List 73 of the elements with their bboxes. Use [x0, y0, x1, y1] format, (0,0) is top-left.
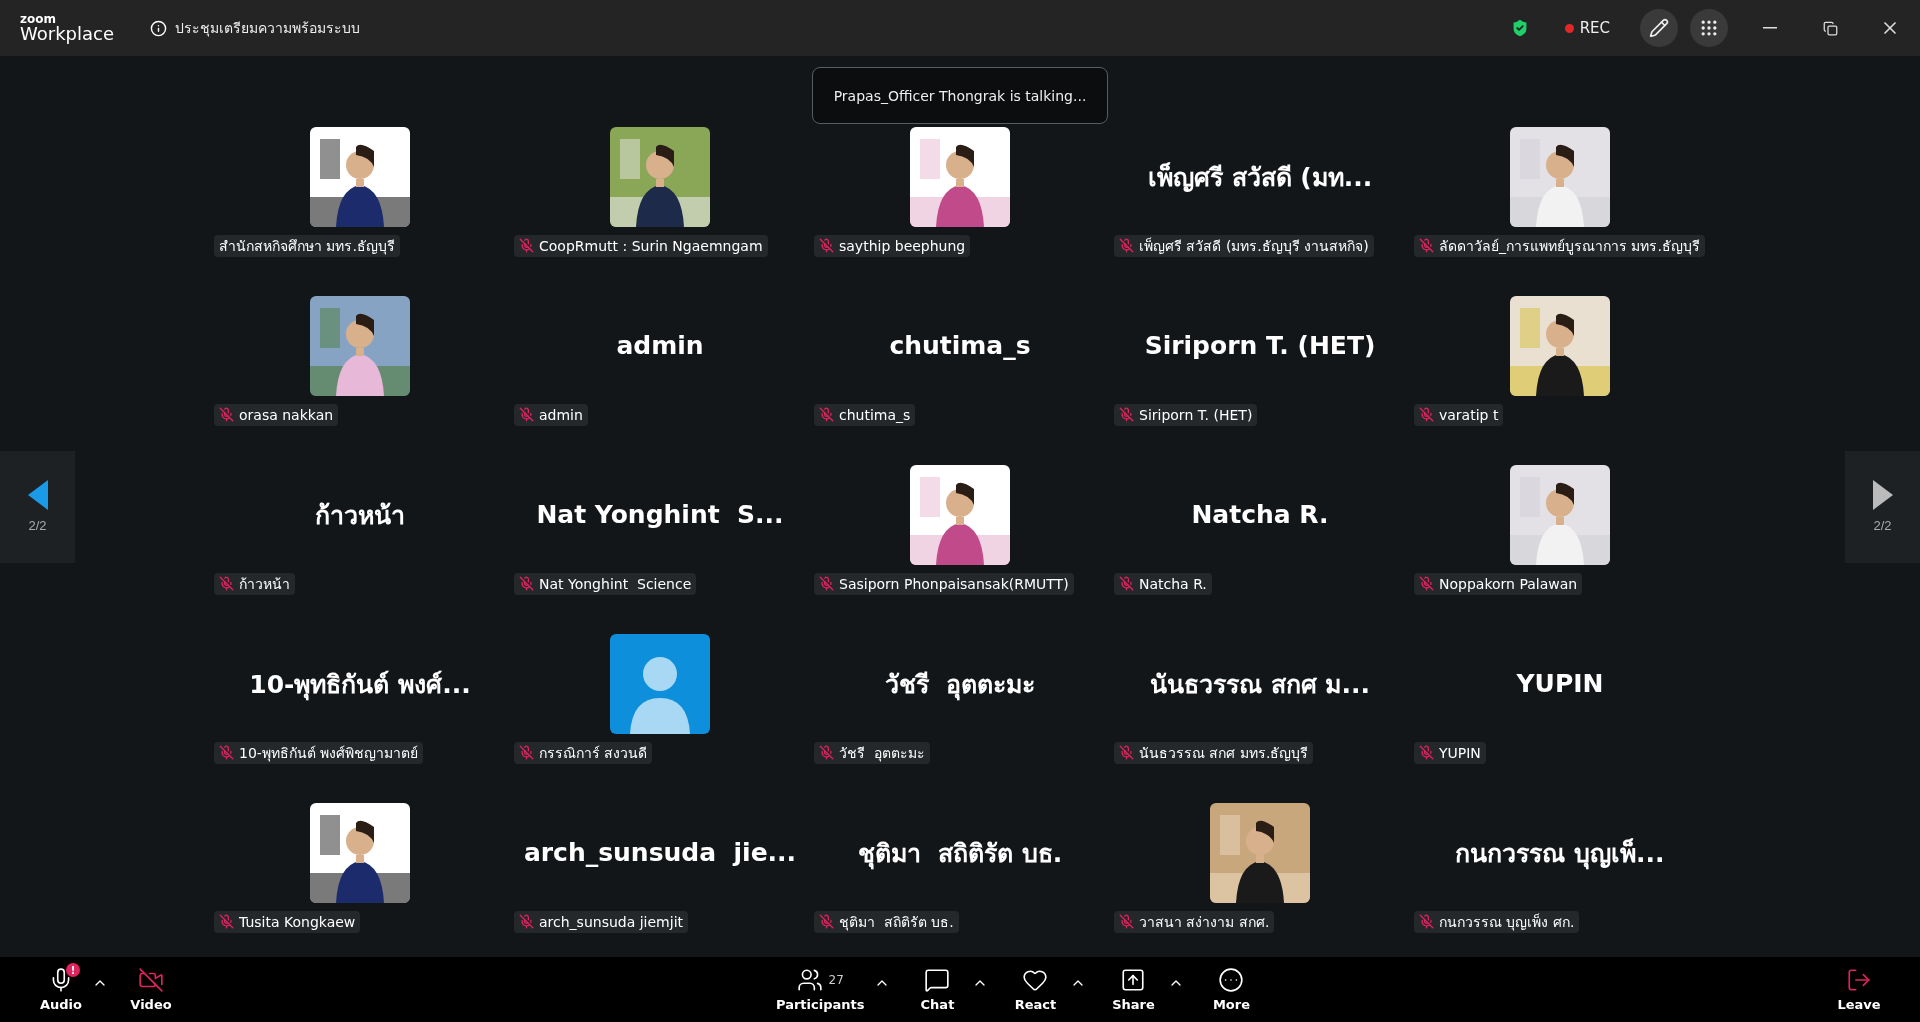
- meeting-title: ประชุมเตรียมความพร้อมระบบ: [175, 19, 360, 39]
- share-icon: [1120, 967, 1147, 993]
- heart-icon: [1022, 967, 1049, 993]
- participant-name: ลัดดาวัลย์_การแพทย์บูรณาการ มทร.ธัญบุรี: [1439, 236, 1700, 257]
- participant-name: กนกวรรณ บุญเพ็ง ศก.: [1439, 912, 1575, 933]
- participant-display-name: Nat Yonghint S...: [536, 500, 784, 529]
- chat-button[interactable]: Chat: [906, 967, 969, 1012]
- participant-name: เพ็ญศรี สวัสดี (มทร.ธัญบุรี งานสหกิจ): [1139, 236, 1369, 257]
- right-triangle-icon: [1872, 480, 1893, 510]
- react-button[interactable]: React: [1004, 967, 1067, 1012]
- participant-name: YUPIN: [1439, 744, 1481, 761]
- exit-icon: [1846, 967, 1872, 993]
- participant-display-name: นันธวรรณ สกศ ม...: [1150, 668, 1370, 701]
- speaker-toast: Prapas_Officer Thongrak is talking...: [812, 67, 1108, 124]
- participant-name: saythip beephung: [839, 237, 966, 254]
- participant-name: arch_sunsuda jiemjit: [539, 913, 684, 930]
- layout-button[interactable]: [1690, 9, 1728, 47]
- next-page-button[interactable]: 2/2: [1845, 450, 1920, 563]
- page-indicator: 2/2: [28, 518, 47, 533]
- participant-name: Tusita Kongkaew: [239, 913, 356, 930]
- participant-name: varatip t: [1439, 406, 1499, 423]
- participant-name: ก้าวหน้า: [239, 574, 290, 594]
- people-icon: [796, 967, 823, 993]
- participant-display-name: admin: [616, 331, 704, 360]
- participant-name: admin: [539, 406, 583, 423]
- participant-name: นันธวรรณ สกศ มทร.ธัญบุรี: [1139, 743, 1309, 764]
- page-indicator: 2/2: [1873, 518, 1892, 533]
- more-icon: [1218, 967, 1245, 993]
- participant-display-name: arch_sunsuda jie...: [523, 838, 797, 867]
- annotate-button[interactable]: [1640, 9, 1678, 47]
- recording-dot: [1564, 23, 1574, 33]
- participant-name: ชุติมา สถิติรัต บธ.: [839, 912, 954, 933]
- participant-count: 27: [828, 973, 844, 987]
- participant-display-name: ก้าวหน้า: [315, 499, 405, 532]
- participant-display-name: กนกวรรณ บุญเพ็...: [1455, 837, 1665, 872]
- info-icon[interactable]: [150, 19, 167, 37]
- previous-page-button[interactable]: 2/2: [0, 450, 75, 563]
- participant-display-name: เพ็ญศรี สวัสดี (มท...: [1147, 161, 1373, 194]
- alert-badge: !: [66, 963, 80, 977]
- participant-name: วัชรี อุตตะมะ: [839, 743, 925, 764]
- participant-name: chutima_s: [839, 406, 911, 423]
- chat-icon: [924, 967, 951, 993]
- participant-name: กรรณิการ์ สงวนดี: [539, 743, 648, 763]
- pencil-icon: [1649, 18, 1669, 38]
- participant-name: 10-พุทธิกันต์ พงศ์พิชญามาตย์: [239, 743, 419, 764]
- grid-icon: [1699, 18, 1719, 38]
- participant-display-name: YUPIN: [1516, 669, 1604, 698]
- more-button[interactable]: More: [1200, 967, 1263, 1012]
- participant-name: Noppakorn Palawan: [1439, 575, 1578, 592]
- default-avatar-icon: [610, 633, 710, 734]
- leave-button[interactable]: Leave: [1828, 967, 1890, 1012]
- participant-name: Nat Yonghint Science: [539, 575, 692, 592]
- participant-display-name: 10-พุทธิกันต์ พงศ์...: [249, 668, 471, 703]
- participant-name: สำนักสหกิจศึกษา มทร.ธัญบุรี: [219, 236, 395, 257]
- video-button[interactable]: Video: [120, 967, 182, 1012]
- participant-name: Natcha R.: [1139, 575, 1207, 592]
- participant-name: Siriporn T. (HET): [1139, 406, 1253, 423]
- participant-name: Sasiporn Phonpaisansak(RMUTT): [839, 575, 1069, 592]
- restore-icon: [1822, 20, 1838, 36]
- participant-display-name: วัชรี อุตตะมะ: [884, 668, 1036, 703]
- left-triangle-icon: [27, 480, 48, 510]
- participant-display-name: Natcha R.: [1191, 500, 1329, 529]
- participant-display-name: Siriporn T. (HET): [1144, 331, 1376, 360]
- participant-name: CoopRmutt : Surin Ngaemngam: [539, 237, 763, 254]
- share-button[interactable]: Share: [1102, 967, 1165, 1012]
- minimize-icon: [1763, 27, 1777, 29]
- participant-display-name: chutima_s: [889, 331, 1031, 360]
- recording-label: REC: [1579, 19, 1610, 37]
- participants-button[interactable]: 27 Participants: [770, 967, 871, 1012]
- participant-name: วาสนา สง่างาม สกศ.: [1139, 912, 1270, 932]
- participant-display-name: ชุติมา สถิติรัต บธ.: [857, 837, 1063, 872]
- participant-name: orasa nakkan: [239, 406, 334, 423]
- app-logo: zoom Workplace: [20, 13, 115, 43]
